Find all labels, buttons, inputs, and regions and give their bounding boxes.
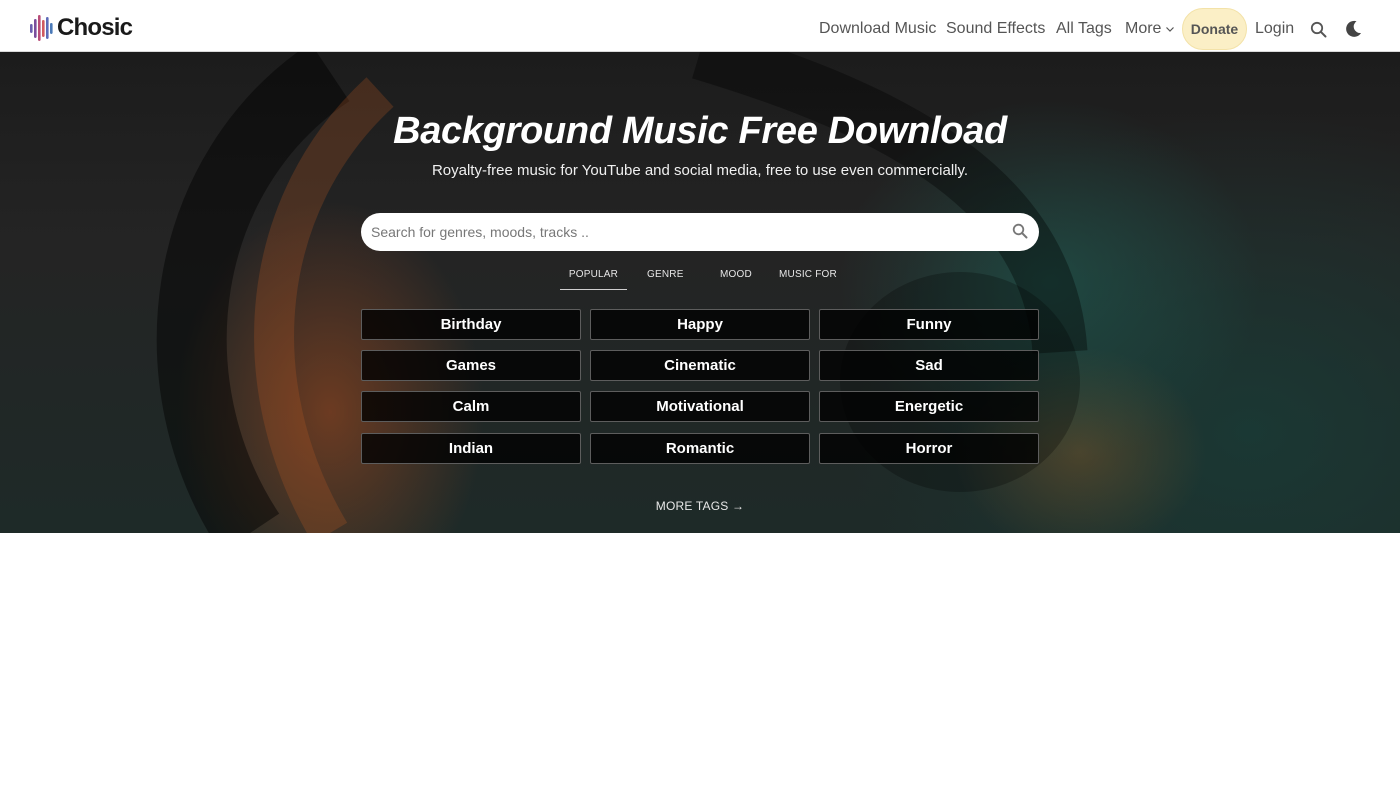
tag-button[interactable]: Funny [819,309,1039,340]
tab-music-for[interactable]: MUSIC FOR [779,268,837,290]
chevron-down-icon [1166,27,1175,32]
tab-popular[interactable]: POPULAR [560,268,627,290]
search-icon[interactable] [1310,21,1327,38]
tag-button[interactable]: Romantic [590,433,810,464]
tag-category-tabs: POPULAR GENRE MOOD MUSIC FOR [0,268,1400,292]
tag-button[interactable]: Birthday [361,309,581,340]
search-input[interactable] [361,213,1001,251]
hero-subtitle: Royalty-free music for YouTube and socia… [431,162,969,179]
login-link[interactable]: Login [1255,20,1294,38]
tag-button[interactable]: Indian [361,433,581,464]
more-tags-link[interactable]: MORE TAGS → [0,499,1400,513]
site-logo[interactable]: Chosic [30,14,133,42]
tab-mood[interactable]: MOOD [720,268,752,290]
tag-button[interactable]: Games [361,350,581,381]
donate-button[interactable]: Donate [1182,8,1247,50]
nav-sound-effects[interactable]: Sound Effects [946,20,1045,38]
tag-button[interactable]: Happy [590,309,810,340]
sound-bars-icon [30,15,53,41]
nav-more-label: More [1125,20,1162,37]
tag-button[interactable]: Motivational [590,391,810,422]
tag-button[interactable]: Cinematic [590,350,810,381]
tag-button[interactable]: Energetic [819,391,1039,422]
brand-name: Chosic [57,14,133,41]
search-box [361,213,1039,251]
hero-title: Background Music Free Download [393,110,1007,152]
site-header: Chosic Download Music Sound Effects All … [0,0,1400,52]
tag-button[interactable]: Sad [819,350,1039,381]
nav-download-music[interactable]: Download Music [819,20,936,38]
tab-genre[interactable]: GENRE [647,268,684,290]
nav-all-tags[interactable]: All Tags [1056,20,1112,38]
tag-button[interactable]: Calm [361,391,581,422]
moon-icon[interactable] [1345,20,1362,38]
tag-button[interactable]: Horror [819,433,1039,464]
search-icon[interactable] [1012,223,1028,239]
nav-more-menu[interactable]: More [1125,20,1175,38]
hero-section: Background Music Free Download Royalty-f… [0,52,1400,533]
